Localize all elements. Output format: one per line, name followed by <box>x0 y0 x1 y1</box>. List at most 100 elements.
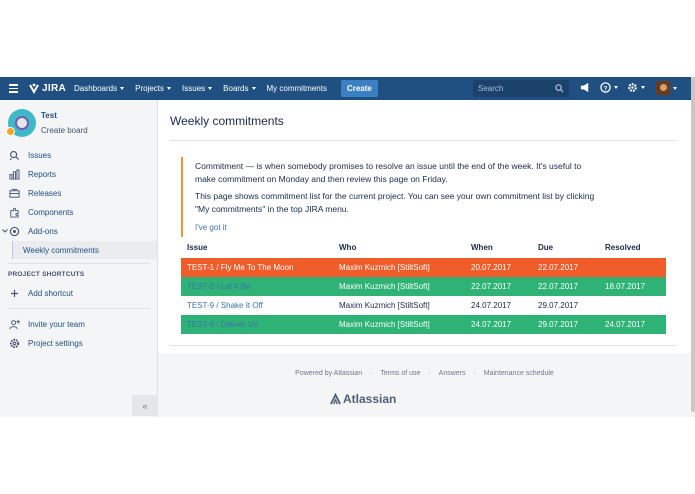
issue-link[interactable]: TEST-1 / Fly Me To The Moon <box>187 258 293 277</box>
column-issue: Issue <box>187 243 208 252</box>
table-row: TEST-1 / Fly Me To The Moon Maxim Kuzmic… <box>181 258 666 277</box>
scrollbar-thumb[interactable] <box>691 77 695 412</box>
atlassian-logo[interactable]: Atlassian <box>329 392 396 406</box>
reports-icon <box>8 168 20 180</box>
project-sidebar: Test Create board Issues Reports Release… <box>0 100 158 417</box>
feedback-icon[interactable] <box>580 82 591 93</box>
nav-my-commitments[interactable]: My commitments <box>267 84 327 93</box>
sidebar-item-components[interactable]: Components <box>8 205 156 219</box>
cell-when: 22.07.2017 <box>471 282 512 291</box>
sidebar-item-label: Releases <box>28 188 62 198</box>
sidebar-item-label: Components <box>28 207 74 217</box>
issue-link[interactable]: TEST-2 / Let It Be <box>187 277 251 296</box>
cell-resolved: 18.07.2017 <box>605 282 646 291</box>
nav-my-commitments-label: My commitments <box>266 84 327 93</box>
column-when: When <box>471 243 493 252</box>
plus-icon <box>8 287 20 299</box>
nav-projects[interactable]: Projects <box>135 84 172 93</box>
sidebar-item-issues[interactable]: Issues <box>8 148 156 162</box>
issue-link[interactable]: TEST-8 / Deliver Us <box>187 315 258 334</box>
invite-team-label: Invite your team <box>28 319 85 329</box>
table-row: TEST-9 / Shake It Off Maxim Kuzmich [Sti… <box>181 296 666 315</box>
footer-separator: · <box>428 370 431 377</box>
help-icon[interactable]: ? <box>600 82 618 93</box>
add-shortcut-link[interactable]: Add shortcut <box>8 286 156 300</box>
gear-icon <box>8 337 20 349</box>
sidebar-divider <box>8 308 150 309</box>
column-who: Who <box>339 243 357 252</box>
issues-icon <box>8 149 20 161</box>
footer-links: Powered by Atlassian · Terms of use · An… <box>158 370 691 377</box>
cell-when: 20.07.2017 <box>471 263 512 272</box>
page-title: Weekly commitments <box>170 114 284 128</box>
collapse-sidebar-button[interactable]: « <box>132 395 158 416</box>
nav-dashboards-label: Dashboards <box>73 84 118 93</box>
project-badge-icon <box>6 127 15 136</box>
top-navigation: JIRA Dashboards Projects Issues Boards M… <box>0 77 691 100</box>
nav-boards-label: Boards <box>223 84 249 93</box>
jira-logo[interactable]: JIRA <box>28 83 66 95</box>
nav-issues[interactable]: Issues <box>182 84 213 93</box>
components-icon <box>8 206 20 218</box>
project-settings-label: Project settings <box>28 338 83 348</box>
footer-link-terms[interactable]: Terms of use <box>380 370 420 377</box>
table-header: Issue Who When Due Resolved <box>181 240 666 255</box>
invite-team-link[interactable]: Invite your team <box>8 317 156 331</box>
footer-link-answers[interactable]: Answers <box>439 370 466 377</box>
nav-projects-label: Projects <box>135 84 165 93</box>
sidebar-item-label: Reports <box>28 169 57 179</box>
cell-due: 29.07.2017 <box>538 301 579 310</box>
sidebar-item-weekly-commitments[interactable]: Weekly commitments <box>12 241 157 259</box>
add-shortcut-label: Add shortcut <box>28 288 73 298</box>
sidebar-item-label: Add-ons <box>28 226 58 236</box>
jira-window: JIRA Dashboards Projects Issues Boards M… <box>0 77 691 417</box>
issue-link[interactable]: TEST-9 / Shake It Off <box>187 296 263 315</box>
sidebar-item-releases[interactable]: Releases <box>8 186 156 200</box>
footer-link-maintenance[interactable]: Maintenance schedule <box>484 370 554 377</box>
search-placeholder: Search <box>478 84 504 93</box>
nav-boards[interactable]: Boards <box>223 84 256 93</box>
column-resolved: Resolved <box>605 243 641 252</box>
gear-icon[interactable] <box>627 82 645 93</box>
project-name[interactable]: Test <box>41 111 57 120</box>
create-board-link[interactable]: Create board <box>41 126 88 135</box>
table-divider <box>170 345 677 346</box>
sidebar-item-addons[interactable]: Add-ons <box>2 224 150 238</box>
cell-who: Maxim Kuzmich [StiltSoft] <box>339 320 430 329</box>
footer-separator: · <box>473 370 476 377</box>
project-settings-link[interactable]: Project settings <box>8 336 156 350</box>
user-avatar[interactable] <box>656 81 677 95</box>
add-user-icon <box>8 318 20 330</box>
menu-icon[interactable] <box>2 77 24 100</box>
got-it-link[interactable]: I've got it <box>195 223 227 232</box>
project-shortcuts-heading: PROJECT SHORTCUTS <box>8 271 85 278</box>
footer-link-powered[interactable]: Powered by Atlassian <box>295 370 362 377</box>
chevron-down-icon <box>673 86 677 90</box>
cell-when: 24.07.2017 <box>471 301 512 310</box>
create-button[interactable]: Create <box>340 80 378 97</box>
column-due: Due <box>538 243 554 252</box>
sidebar-item-label: Issues <box>28 150 52 160</box>
nav-dashboards[interactable]: Dashboards <box>73 84 125 93</box>
info-notice: Commitment — is when somebody promises t… <box>181 157 601 237</box>
project-avatar[interactable] <box>6 109 36 137</box>
cell-resolved: 24.07.2017 <box>605 320 646 329</box>
chevron-down-icon <box>641 86 645 89</box>
page-scrollbar[interactable] <box>691 77 695 417</box>
page-footer: Powered by Atlassian · Terms of use · An… <box>158 370 691 377</box>
chevron-down-icon <box>251 87 256 90</box>
atlassian-logo-text: Atlassian <box>343 392 397 406</box>
cell-when: 24.07.2017 <box>471 320 512 329</box>
chevron-down-icon <box>208 87 213 90</box>
releases-icon <box>8 187 20 199</box>
sidebar-divider <box>8 263 150 264</box>
footer-separator: · <box>370 370 373 377</box>
addons-icon <box>8 225 20 237</box>
nav-issues-label: Issues <box>182 84 206 93</box>
sidebar-item-reports[interactable]: Reports <box>8 167 156 181</box>
cell-who: Maxim Kuzmich [StiltSoft] <box>339 282 430 291</box>
logo-text: JIRA <box>42 83 66 94</box>
cell-due: 29.07.2017 <box>538 320 579 329</box>
search-input[interactable]: Search <box>473 80 569 97</box>
content-panel: Weekly commitments Commitment — is when … <box>158 100 691 353</box>
